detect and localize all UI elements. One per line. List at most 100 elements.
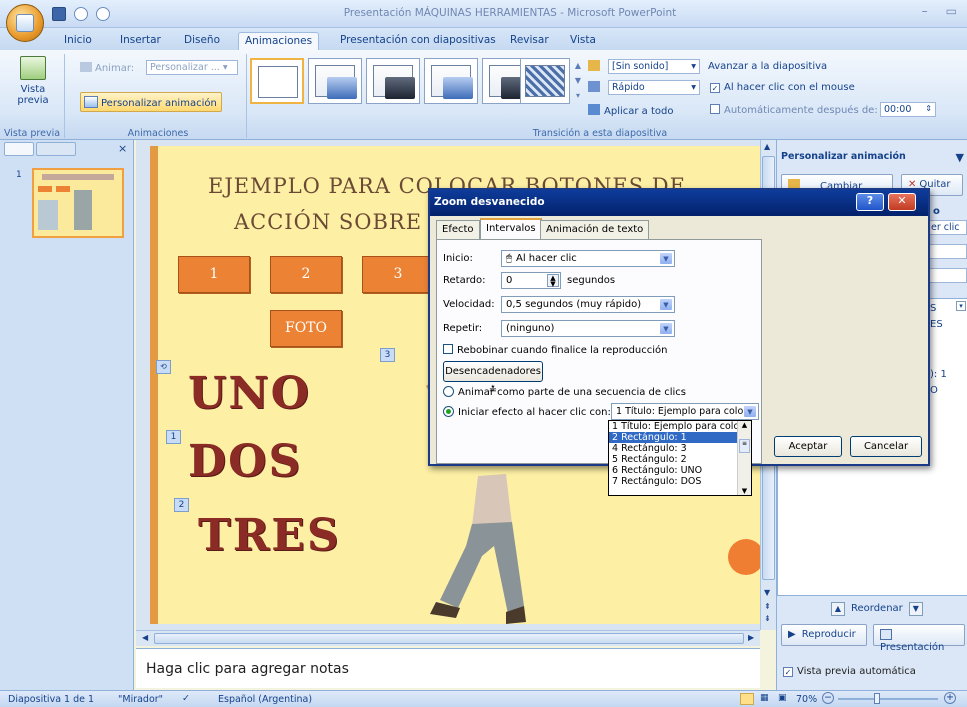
cancel-button[interactable]: Cancelar [850,436,922,457]
tab-diseno[interactable]: Diseño [178,32,226,50]
tab-presentacion[interactable]: Presentación con diapositivas [334,32,502,50]
play-button[interactable]: ▶ Reproducir [781,624,867,646]
slide-title-line2[interactable]: ACCIÓN SOBRE [234,210,422,234]
sound-dropdown[interactable]: [Sin sonido] ▾ [608,59,700,74]
outline-tab[interactable] [36,142,76,156]
preview-button[interactable]: Vista previa [10,56,56,106]
maximize-icon[interactable]: ▭ [946,4,957,18]
trigger-select[interactable]: 1 Título: Ejemplo para coloc ▼ [611,403,759,420]
zoom-level[interactable]: 70% [796,694,817,705]
rewind-checkbox[interactable]: Rebobinar cuando finalice la reproducció… [443,344,668,356]
foto-button[interactable]: FOTO [270,310,342,347]
prev-slide-icon[interactable]: ⇞ [764,602,771,611]
transition-thumb-4[interactable] [424,58,478,104]
word-dos[interactable]: DOS [188,436,302,487]
horizontal-scrollbar[interactable]: ◀ ▶ [136,630,760,646]
transition-thumb-6[interactable] [520,58,570,104]
redo-icon[interactable] [96,7,110,21]
normal-view-icon[interactable] [740,693,754,705]
delay-input[interactable]: 0 ▲ ▼ [501,272,561,289]
dialog-close-icon[interactable]: ✕ [888,193,916,211]
save-icon[interactable] [52,7,66,21]
list-scrollbar[interactable]: ▲ ≡ ▼ [737,421,751,495]
custom-animation-button[interactable]: Personalizar animación [80,92,222,112]
transition-none-thumb[interactable] [250,58,304,104]
speed-dropdown[interactable] [927,268,967,283]
list-item-selected[interactable]: 2 Rectángulo: 1 [609,432,737,443]
list-item[interactable]: 5 Rectángulo: 2 [609,454,737,465]
scroll-down-icon[interactable]: ▼ [738,487,751,495]
list-item-dropdown-icon[interactable]: ▾ [956,301,966,311]
on-click-checkbox[interactable]: ✓ Al hacer clic con el mouse [710,82,855,93]
zoom-out-icon[interactable]: − [822,692,834,704]
animate-icon [80,62,92,72]
slideshow-button[interactable]: Presentación [873,624,965,653]
trigger-dropdown-list[interactable]: 1 Título: Ejemplo para coloc 2 Rectángul… [608,420,752,496]
speed-select[interactable]: 0,5 segundos (muy rápido) ▼ [501,296,675,313]
slideshow-view-icon[interactable]: ▣ [778,693,787,703]
speed-dropdown[interactable]: Rápido ▾ [608,80,700,95]
list-item[interactable]: 1 Título: Ejemplo para coloc [609,421,737,432]
auto-time-input[interactable]: 00:00 ⇕ [880,102,936,117]
tab-revisar[interactable]: Revisar [504,32,555,50]
gallery-scroll[interactable]: ▲ ▼ ▾ [572,58,584,106]
minimize-icon[interactable]: – [922,4,928,18]
help-icon[interactable]: ? [856,193,884,211]
next-slide-icon[interactable]: ⇟ [764,614,771,623]
tab-inicio[interactable]: Inicio [58,32,98,50]
scroll-up-icon[interactable]: ▲ [764,142,770,151]
property-dropdown[interactable] [927,244,967,259]
tab-animaciones[interactable]: Animaciones [238,32,320,50]
slides-tab[interactable] [4,142,34,156]
close-icon[interactable]: × [118,142,127,155]
apply-all-button[interactable]: Aplicar a todo [588,104,673,117]
list-item[interactable]: 7 Rectángulo: DOS [609,476,737,487]
zoom-in-icon[interactable]: + [944,692,956,704]
undo-icon[interactable] [74,7,88,21]
autopreview-checkbox[interactable]: ✓ Vista previa automática [783,666,916,677]
list-item[interactable]: 4 Rectángulo: 3 [609,443,737,454]
notes-area[interactable]: Haga clic para agregar notas [136,648,760,688]
dialog-title: Zoom desvanecido [430,190,928,216]
repeat-select[interactable]: (ninguno) ▼ [501,320,675,337]
tab-intervalos[interactable]: Intervalos [480,218,542,240]
scroll-up-icon[interactable]: ▲ [738,421,751,429]
zoom-slider-thumb[interactable] [874,693,880,704]
scroll-down-icon[interactable]: ▼ [764,588,770,597]
slide-thumbnail-1[interactable] [32,168,124,238]
spellcheck-icon[interactable]: ✓ [182,693,190,704]
sorter-view-icon[interactable]: ▦ [760,693,769,703]
zoom-slider[interactable] [838,698,938,700]
action-button-2[interactable]: 2 [270,256,342,293]
ok-button[interactable]: Aceptar [774,436,842,457]
move-down-icon[interactable]: ▼ [908,602,923,616]
animate-dropdown[interactable]: Personalizar ... ▾ [146,60,238,75]
spinner-icon[interactable]: ▲ ▼ [547,274,559,288]
move-up-icon[interactable]: ▲ [831,602,845,616]
hscroll-thumb[interactable] [154,633,744,644]
play-icon: ▶ [788,629,796,640]
auto-after-checkbox[interactable]: Automáticamente después de: [710,104,878,116]
transition-thumb-2[interactable] [308,58,362,104]
action-button-1[interactable]: 1 [178,256,250,293]
scroll-left-icon[interactable]: ◀ [142,633,148,642]
pane-menu-icon[interactable]: ▼ [956,151,964,164]
language[interactable]: Español (Argentina) [218,694,312,705]
transition-thumb-3[interactable] [366,58,420,104]
scroll-right-icon[interactable]: ▶ [748,633,754,642]
tab-insertar[interactable]: Insertar [114,32,167,50]
office-button[interactable] [6,4,44,42]
action-button-3[interactable]: 3 [362,256,434,293]
list-item[interactable]: 6 Rectángulo: UNO [609,465,737,476]
start-dropdown[interactable]: er clic [927,220,967,235]
tab-vista[interactable]: Vista [564,32,602,50]
word-uno[interactable]: UNO [188,368,311,419]
tab-animacion-texto[interactable]: Animación de texto [540,220,650,240]
word-tres[interactable]: TRES [198,510,341,561]
onclick-radio[interactable]: Iniciar efecto al hacer clic con: [443,406,611,418]
triggers-button[interactable]: Desencadenadores ≛ [443,361,543,396]
start-select[interactable]: 🖱 Al hacer clic ▼ [501,250,675,267]
list-scroll-thumb[interactable]: ≡ [739,439,750,453]
sequence-radio[interactable]: Animar como parte de una secuencia de cl… [443,386,686,398]
tab-efecto[interactable]: Efecto [436,220,480,240]
